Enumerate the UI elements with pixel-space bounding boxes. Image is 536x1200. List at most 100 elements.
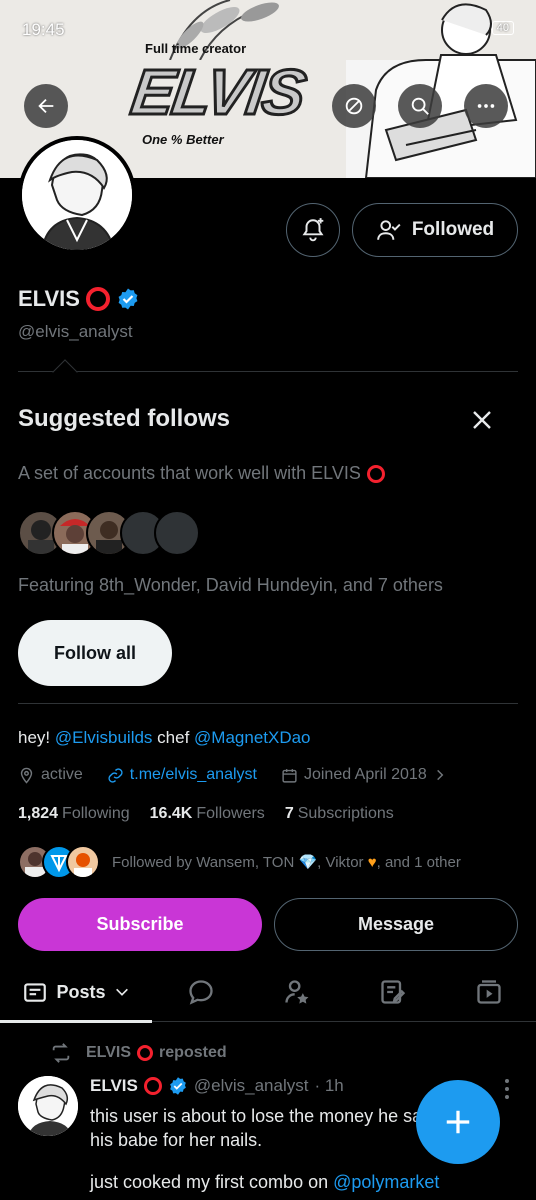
chevron-right-icon (436, 769, 444, 781)
post-body-continued: just cooked my first combo on @polymarke… (90, 1172, 439, 1193)
followed-by-row[interactable]: Followed by Wansem, TON 💎, Viktor ♥, and… (18, 845, 461, 879)
red-circle-icon (137, 1045, 154, 1061)
compose-button[interactable] (416, 1080, 500, 1164)
verified-badge-icon (170, 1077, 186, 1095)
divider (18, 371, 518, 372)
more-vertical-icon (505, 1079, 509, 1099)
reposter-name[interactable]: ELVIS (86, 1044, 131, 1062)
tab-posts[interactable]: Posts (0, 962, 152, 1023)
notifications-button[interactable] (286, 203, 340, 257)
article-edit-icon (381, 980, 406, 1004)
verified-badge-icon[interactable] (116, 287, 140, 311)
followed-by-suffix: , and 1 other (376, 854, 461, 871)
suggested-follows-title: Suggested follows (18, 405, 231, 432)
repost-indicator: ELVIS reposted (50, 1042, 227, 1064)
back-button[interactable] (24, 84, 68, 128)
post-author-handle[interactable]: @elvis_analyst (194, 1076, 309, 1096)
followers-label: Followers (196, 805, 265, 822)
close-suggestions-button[interactable] (466, 404, 498, 436)
subscriptions-count: 7 (284, 805, 294, 822)
subscribe-button[interactable]: Subscribe (18, 898, 262, 951)
post-more-button[interactable] (500, 1078, 514, 1105)
bio-mention-link[interactable]: @Elvisbuilds (55, 728, 153, 747)
suggestion-pointer (52, 359, 78, 385)
tab-highlights[interactable] (268, 962, 326, 1022)
joined-text: Joined April 2018 (303, 766, 427, 783)
avatar-illustration (18, 1076, 78, 1136)
featuring-text: Featuring 8th_Wonder, David Hundeyin, an… (18, 575, 443, 595)
subscriptions-label: Subscriptions (297, 805, 394, 822)
profile-stats: 1,824 Following 16.4K Followers 7 Subscript… (18, 805, 394, 823)
person-check-icon (377, 220, 401, 240)
tab-articles[interactable] (364, 962, 422, 1022)
search-button[interactable] (398, 84, 442, 128)
status-time: 19:45 (22, 20, 65, 39)
banner-illustration (346, 3, 536, 178)
post-author-name[interactable]: ELVIS (90, 1076, 138, 1096)
tab-media[interactable] (460, 962, 518, 1022)
followed-by-text: Followed by Wansem, TON 💎, Viktor ♥, and… (112, 853, 461, 871)
more-options-button[interactable] (464, 84, 508, 128)
profile-meta: active t.me/elvis_analyst Joined April 2… (18, 766, 471, 784)
tab-posts-label: Posts (56, 981, 106, 1002)
media-play-icon (477, 980, 501, 1004)
suggested-avatars[interactable] (18, 510, 200, 556)
arrow-left-icon (38, 98, 54, 114)
red-circle-icon (143, 1077, 162, 1095)
person-star-icon (285, 980, 309, 1004)
posts-icon (24, 983, 47, 1002)
joined-item[interactable]: Joined April 2018 (281, 766, 447, 784)
grok-button[interactable] (332, 84, 376, 128)
follow-all-button[interactable]: Follow all (18, 620, 172, 686)
location-item: active (18, 766, 83, 784)
repost-suffix: reposted (159, 1044, 227, 1061)
post-header: ELVIS @elvis_analyst · 1h (90, 1076, 344, 1096)
banner-subtitle: Full time creator (145, 41, 247, 56)
link-icon (108, 767, 123, 783)
display-name: ELVIS (18, 286, 80, 311)
followed-by-avatars (18, 845, 102, 879)
post-mention-link[interactable]: @polymarket (333, 1172, 439, 1192)
tab-replies[interactable] (172, 962, 230, 1022)
profile-bio: hey! @Elvisbuilds chef @MagnetXDao (18, 728, 311, 748)
divider (18, 703, 518, 704)
following-stat[interactable]: 1,824 Following (18, 805, 130, 823)
search-icon (411, 97, 429, 115)
chevron-down-icon (115, 988, 128, 996)
bell-plus-icon (302, 218, 324, 242)
followers-stat[interactable]: 16.4K Followers (150, 805, 265, 823)
message-button[interactable]: Message (274, 898, 518, 951)
followed-by-middle: , Viktor (317, 854, 368, 871)
profile-avatar[interactable] (18, 136, 136, 254)
website-item[interactable]: t.me/elvis_analyst (107, 766, 257, 784)
bio-text: hey! (18, 728, 55, 747)
banner-title: ELVIS (125, 55, 310, 130)
location-text: active (41, 766, 83, 783)
calendar-icon (282, 768, 297, 783)
suggested-description: A set of accounts that work well with EL… (18, 463, 385, 484)
followed-by-prefix: Followed by Wansem, TON (112, 854, 299, 871)
post-time: · 1h (314, 1076, 344, 1095)
location-pin-icon (20, 767, 33, 784)
more-icon (477, 104, 495, 108)
red-circle-icon (85, 287, 110, 311)
grok-icon (345, 97, 363, 115)
bio-mention-link[interactable]: @MagnetXDao (194, 728, 311, 747)
profile-name-row: ELVIS (18, 286, 140, 312)
red-circle-icon (366, 464, 385, 483)
profile-tabs: Posts (0, 962, 536, 1023)
following-label: Following (62, 805, 130, 822)
profile-handle: @elvis_analyst (18, 322, 133, 341)
follower-avatar (66, 845, 100, 879)
post-author-avatar[interactable] (18, 1076, 78, 1136)
website-link[interactable]: t.me/elvis_analyst (130, 766, 257, 784)
followers-count: 16.4K (149, 805, 193, 822)
diamond-icon: 💎 (298, 854, 318, 871)
repost-icon (52, 1043, 70, 1063)
followed-button[interactable]: Followed (352, 203, 518, 257)
suggested-avatar (154, 510, 200, 556)
subscriptions-stat[interactable]: 7 Subscriptions (285, 805, 394, 823)
suggested-description-text: A set of accounts that work well with EL… (18, 463, 361, 483)
orange-heart-icon: ♥ (367, 854, 377, 871)
repost-text: ELVIS reposted (86, 1044, 227, 1062)
